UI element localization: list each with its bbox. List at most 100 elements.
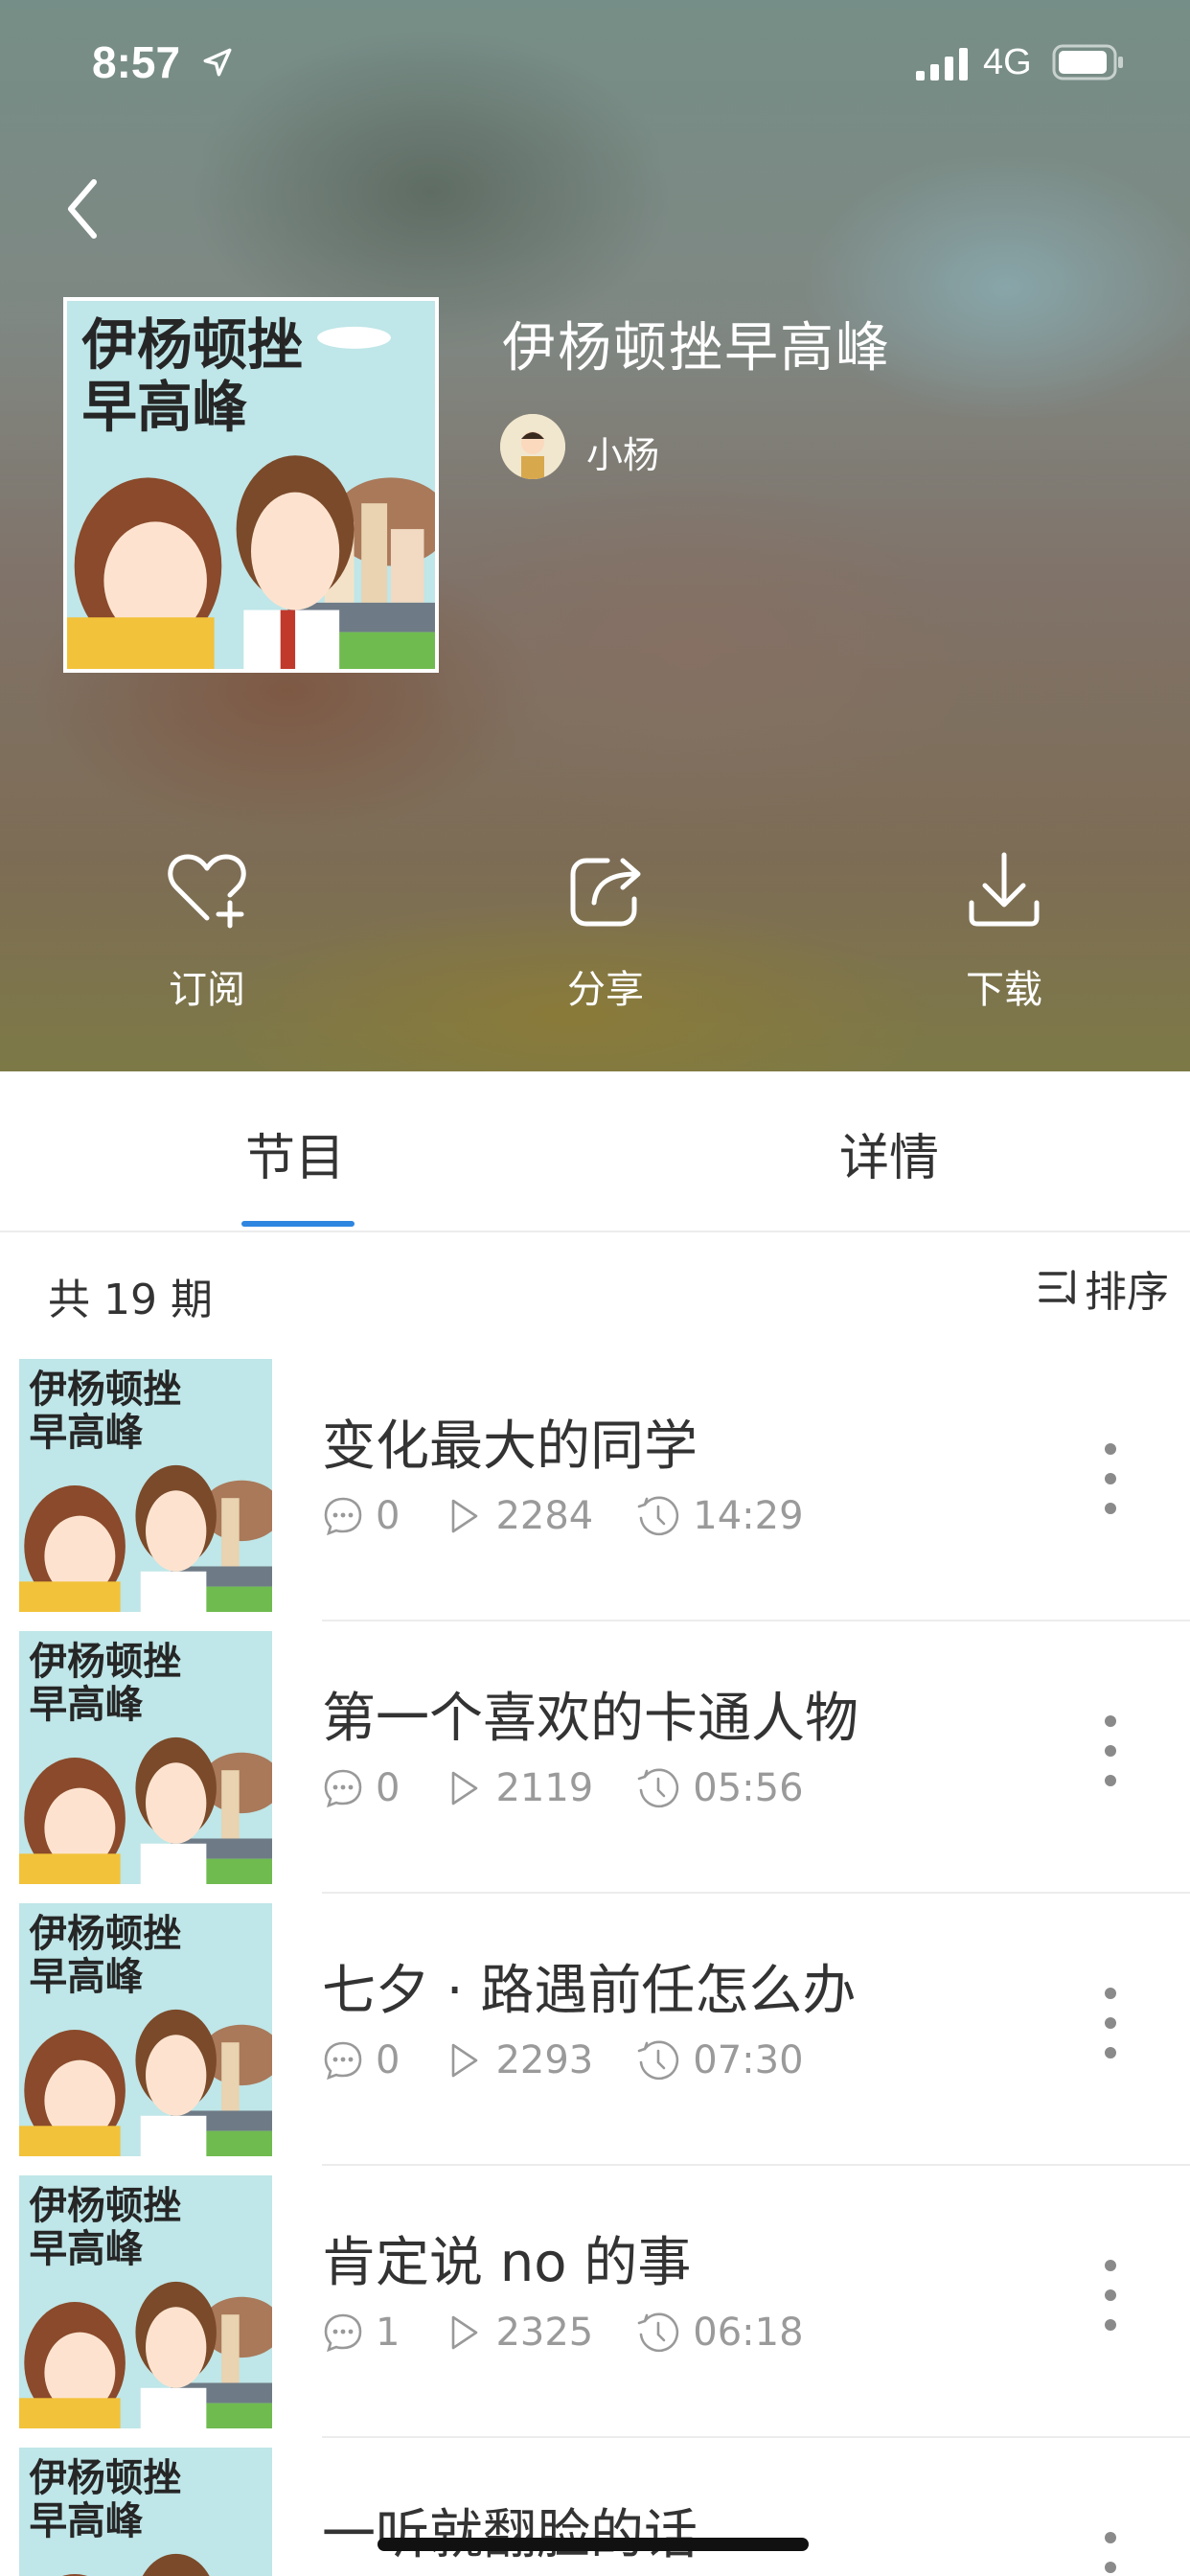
episode-count: 共 19 期 (48, 1276, 213, 1324)
tab-bar: 节目 详情 (0, 1071, 1190, 1232)
episode-thumbnail: 伊杨顿挫 早高峰 (19, 1631, 272, 1884)
duration-value: 07:30 (693, 2038, 804, 2082)
episode-thumbnail: 伊杨顿挫 早高峰 (19, 1903, 272, 2156)
comment-icon (324, 1497, 362, 1536)
more-options-icon[interactable] (1085, 1708, 1136, 1794)
thumbnail-artwork: 伊杨顿挫 早高峰 (19, 1359, 272, 1612)
tab-programs[interactable]: 节目 (245, 1117, 345, 1189)
comment-icon (324, 2041, 362, 2081)
tab-active-indicator (241, 1221, 355, 1227)
episode-title: 七夕 · 路遇前任怎么办 (322, 1960, 857, 2022)
heart-plus-icon (168, 854, 246, 929)
play-count: 2293 (442, 2038, 593, 2082)
comment-count-value: 0 (376, 1494, 400, 1538)
svg-text:伊杨顿挫: 伊杨顿挫 (29, 1640, 182, 1684)
album-title: 伊杨顿挫早高峰 (502, 317, 891, 380)
thumbnail-artwork: 伊杨顿挫 早高峰 (19, 1903, 272, 2156)
comment-icon (324, 1769, 362, 1808)
comment-count: 1 (322, 2311, 400, 2355)
play-icon (452, 1499, 478, 1533)
play-icon (452, 1771, 478, 1806)
clock-icon (637, 1768, 679, 1808)
status-bar: 8:57 4G (0, 0, 1190, 126)
svg-text:伊杨顿挫: 伊杨顿挫 (29, 1368, 182, 1412)
share-icon (570, 858, 641, 927)
comment-icon (324, 2313, 362, 2353)
duration: 14:29 (635, 1493, 804, 1539)
list-item[interactable]: 伊杨顿挫 早高峰 一听就翻脸的话 (0, 2438, 1190, 2576)
episode-meta: 0 2293 07:30 (322, 2034, 846, 2087)
list-item[interactable]: 伊杨顿挫 早高峰 变化最大的同学 0 2284 14:29 (0, 1349, 1190, 1622)
list-item[interactable]: 伊杨顿挫 早高峰 第一个喜欢的卡通人物 0 2119 05:56 (0, 1622, 1190, 1894)
tab-details[interactable]: 详情 (839, 1117, 939, 1189)
status-time: 8:57 (92, 37, 181, 87)
network-type: 4G (983, 42, 1032, 82)
comment-count-value: 0 (376, 2038, 400, 2082)
comment-count-value: 0 (376, 1766, 400, 1810)
duration-value: 14:29 (693, 1494, 804, 1538)
clock-icon (637, 2040, 679, 2081)
play-count: 2325 (442, 2311, 593, 2355)
episode-title: 肯定说 no 的事 (322, 2232, 692, 2294)
sort-icon (1039, 1270, 1075, 1304)
author-name[interactable]: 小杨 (586, 426, 659, 478)
svg-text:早高峰: 早高峰 (30, 1955, 144, 1999)
list-item[interactable]: 伊杨顿挫 早高峰 肯定说 no 的事 1 2325 06:18 (0, 2166, 1190, 2438)
play-count: 2284 (442, 1494, 593, 1538)
episode-title: 一听就翻脸的话 (322, 2504, 698, 2566)
svg-text:伊杨顿挫: 伊杨顿挫 (29, 1912, 182, 1956)
download-button[interactable]: 下载 (908, 843, 1100, 1035)
svg-text:伊杨顿挫: 伊杨顿挫 (29, 2456, 182, 2500)
sort-label: 排序 (1085, 1268, 1169, 1317)
play-count-value: 2293 (495, 2038, 594, 2082)
list-header: 共 19 期 排序 (0, 1232, 1190, 1349)
svg-text:早高峰: 早高峰 (30, 1683, 144, 1727)
episode-meta: 1 2325 06:18 (322, 2306, 846, 2359)
more-options-icon[interactable] (1085, 1436, 1136, 1522)
author-avatar[interactable] (500, 414, 565, 479)
comment-count: 0 (322, 1766, 400, 1810)
play-count-value: 2119 (495, 1766, 594, 1810)
play-count: 2119 (442, 1766, 593, 1810)
more-options-icon[interactable] (1085, 1980, 1136, 2066)
more-options-icon[interactable] (1085, 2524, 1136, 2576)
cover-artwork: 伊杨顿挫 早高峰 (67, 301, 435, 669)
duration: 05:56 (635, 1765, 804, 1811)
svg-text:早高峰: 早高峰 (30, 1411, 144, 1455)
share-label: 分享 (567, 968, 644, 1012)
play-icon (452, 2315, 478, 2350)
more-options-icon[interactable] (1085, 2252, 1136, 2338)
clock-icon (637, 1496, 679, 1536)
episode-thumbnail: 伊杨顿挫 早高峰 (19, 2448, 272, 2576)
back-button[interactable] (54, 171, 111, 247)
play-count-value: 2325 (495, 2311, 594, 2355)
svg-text:伊杨顿挫: 伊杨顿挫 (80, 312, 303, 377)
battery-icon (1052, 44, 1123, 80)
episode-thumbnail: 伊杨顿挫 早高峰 (19, 1359, 272, 1612)
thumbnail-artwork: 伊杨顿挫 早高峰 (19, 2175, 272, 2428)
share-button[interactable]: 分享 (510, 843, 701, 1035)
episode-title: 第一个喜欢的卡通人物 (322, 1688, 858, 1750)
episode-thumbnail: 伊杨顿挫 早高峰 (19, 2175, 272, 2428)
thumbnail-artwork: 伊杨顿挫 早高峰 (19, 1631, 272, 1884)
svg-text:早高峰: 早高峰 (81, 376, 247, 440)
svg-text:伊杨顿挫: 伊杨顿挫 (29, 2184, 182, 2228)
home-indicator[interactable] (378, 2538, 809, 2551)
clock-icon (637, 2312, 679, 2353)
comment-count-value: 1 (376, 2311, 400, 2355)
subscribe-label: 订阅 (169, 968, 245, 1012)
avatar-image (500, 414, 565, 479)
sort-button[interactable]: 排序 (1037, 1261, 1169, 1317)
cellular-signal-icon (916, 48, 968, 80)
play-icon (452, 2043, 478, 2078)
chevron-left-icon (68, 179, 97, 239)
episode-meta: 0 2284 14:29 (322, 1489, 846, 1543)
album-cover: 伊杨顿挫 早高峰 (63, 297, 439, 673)
thumbnail-artwork: 伊杨顿挫 早高峰 (19, 2448, 272, 2576)
comment-count: 0 (322, 1494, 400, 1538)
list-item[interactable]: 伊杨顿挫 早高峰 七夕 · 路遇前任怎么办 0 2293 07:30 (0, 1894, 1190, 2166)
svg-text:早高峰: 早高峰 (30, 2499, 144, 2543)
duration-value: 05:56 (693, 1766, 804, 1810)
duration: 06:18 (635, 2310, 804, 2356)
subscribe-button[interactable]: 订阅 (111, 843, 303, 1035)
